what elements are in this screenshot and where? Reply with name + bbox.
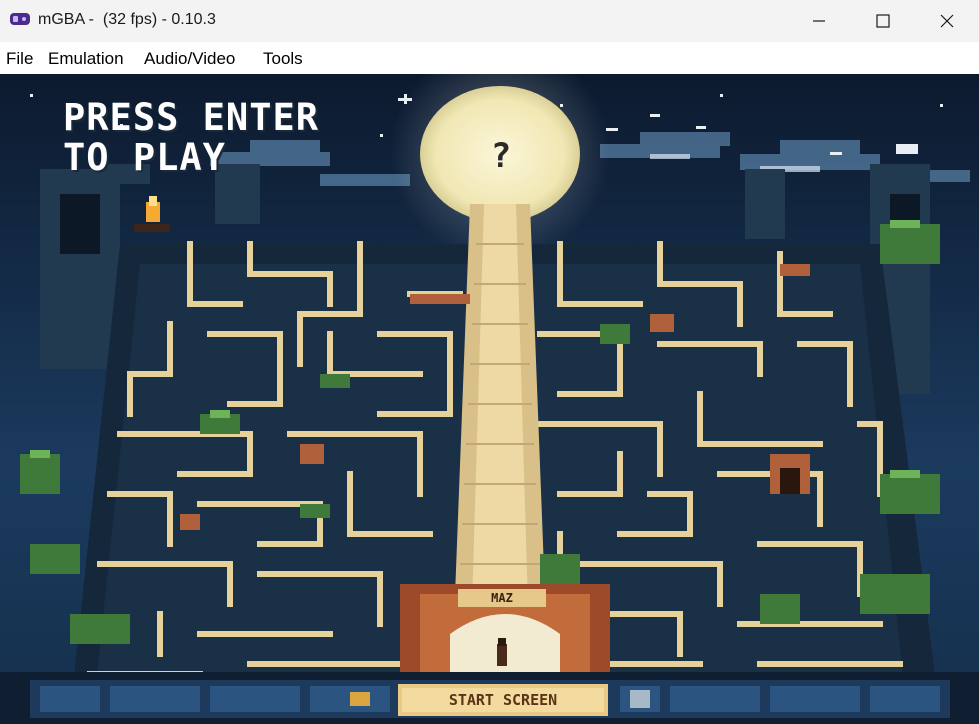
menu-audio-video[interactable]: Audio/Video [144,49,235,69]
prompt-line-1: PRESS ENTER [63,96,320,139]
menu-emulation[interactable]: Emulation [48,49,124,69]
prompt-line-2: TO PLAY [63,136,226,179]
close-button[interactable] [915,0,979,42]
menu-file[interactable]: File [6,49,33,69]
entrance-sign: MAZ [491,591,513,605]
mgba-icon [10,13,30,25]
start-screen-button[interactable]: START SCREEN [398,684,608,716]
close-icon [940,14,954,28]
press-enter-prompt: PRESS ENTER TO PLAY [63,98,319,178]
moon-question-mark: ? [490,136,512,176]
maximize-icon [876,14,890,28]
menu-tools[interactable]: Tools [263,49,303,69]
game-screen[interactable]: PRESS ENTER TO PLAY ? MAZ START SCREEN [0,74,979,724]
title-bar[interactable]: mGBA - (32 fps) - 0.10.3 [0,0,979,42]
maximize-button[interactable] [851,0,915,42]
minimize-button[interactable] [787,0,851,42]
menu-bar: File Emulation Audio/Video Tools [0,42,979,74]
window-title: mGBA - (32 fps) - 0.10.3 [38,11,216,28]
minimize-icon [813,20,825,22]
